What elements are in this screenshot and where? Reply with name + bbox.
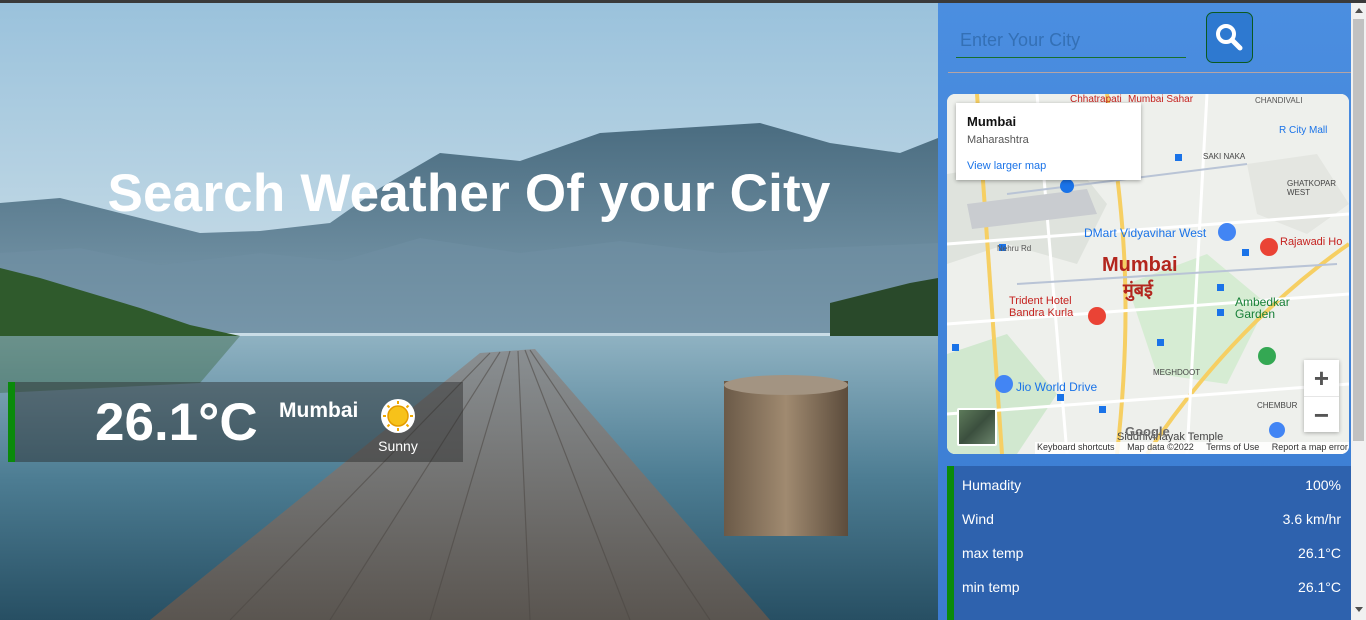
lake-dock-background [0, 3, 938, 620]
satellite-toggle[interactable] [957, 408, 997, 446]
stat-label: Humadity [962, 477, 1022, 493]
weather-condition: Sunny [378, 438, 418, 454]
embedded-map[interactable]: Chhatrapati Mumbai Sahar CHANDIVALI R Ci… [947, 94, 1349, 454]
stat-value: 100% [1305, 477, 1341, 493]
current-temperature: 26.1°C [95, 393, 258, 452]
zoom-in-button[interactable]: + [1304, 360, 1339, 396]
map-label: R City Mall [1279, 125, 1328, 136]
map-label: DMart Vidyavihar West [1084, 226, 1207, 240]
zoom-out-button[interactable]: − [1304, 396, 1339, 433]
page-title: Search Weather Of your City [107, 164, 831, 223]
map-label: CHEMBUR [1257, 401, 1298, 410]
stat-row-humidity: Humadity 100% [962, 477, 1341, 497]
stat-row-wind: Wind 3.6 km/hr [962, 511, 1341, 531]
keyboard-shortcuts-link[interactable]: Keyboard shortcuts [1037, 442, 1115, 452]
map-label: Rajawadi Ho [1280, 236, 1343, 248]
scroll-down-arrow-icon[interactable] [1355, 607, 1363, 612]
map-card-title: Mumbai [967, 114, 1017, 129]
map-city-label: Mumbai [1102, 254, 1178, 276]
stat-row-min-temp: min temp 26.1°C [962, 579, 1341, 599]
map-label: Ambedkar Garden [1235, 295, 1290, 321]
map-card-subtitle: Maharashtra [967, 134, 1029, 146]
search-button[interactable] [1206, 12, 1253, 63]
map-label: SAKI NAKA [1203, 152, 1246, 161]
map-label: CHANDIVALI [1255, 96, 1303, 105]
stat-value: 26.1°C [1298, 545, 1341, 561]
side-panel: Chhatrapati Mumbai Sahar CHANDIVALI R Ci… [938, 3, 1356, 620]
google-logo: Google [1125, 424, 1170, 439]
map-city-label-local: मुंबई [1123, 280, 1153, 300]
panel-divider [948, 72, 1351, 73]
report-error-link[interactable]: Report a map error [1272, 442, 1348, 452]
stat-value: 26.1°C [1298, 579, 1341, 595]
stat-value: 3.6 km/hr [1282, 511, 1341, 527]
hero-section: Search Weather Of your City 26.1°C Mumba… [0, 3, 938, 620]
map-label: Trident Hotel Bandra Kurla [1009, 295, 1074, 319]
page-scrollbar[interactable] [1351, 3, 1366, 620]
scrollbar-thumb[interactable] [1353, 19, 1364, 441]
map-label: Jio World Drive [1016, 380, 1098, 394]
map-info-card: Mumbai Maharashtra View larger map [956, 103, 1141, 180]
view-larger-map-link[interactable]: View larger map [967, 160, 1046, 172]
stat-label: max temp [962, 545, 1024, 561]
stat-label: Wind [962, 511, 994, 527]
map-zoom-controls: + − [1304, 360, 1339, 432]
sun-icon [381, 399, 415, 433]
search-icon [1216, 24, 1243, 51]
map-label: MEGHDOOT [1153, 368, 1201, 377]
map-footer: Keyboard shortcuts Map data ©2022 Terms … [1035, 442, 1349, 454]
stat-label: min temp [962, 579, 1020, 595]
terms-link[interactable]: Terms of Use [1206, 442, 1259, 452]
map-label: GHATKOPAR WEST [1287, 179, 1337, 197]
map-label: Nehru Rd [997, 244, 1032, 253]
stat-row-max-temp: max temp 26.1°C [962, 545, 1341, 565]
current-weather-bar: 26.1°C Mumbai Sunny [8, 382, 463, 462]
city-search-input[interactable] [956, 23, 1186, 58]
weather-stats-card: Humadity 100% Wind 3.6 km/hr max temp 26… [947, 466, 1356, 620]
current-city: Mumbai [279, 399, 359, 422]
map-data-credit: Map data ©2022 [1127, 442, 1194, 452]
scroll-up-arrow-icon[interactable] [1355, 8, 1363, 13]
